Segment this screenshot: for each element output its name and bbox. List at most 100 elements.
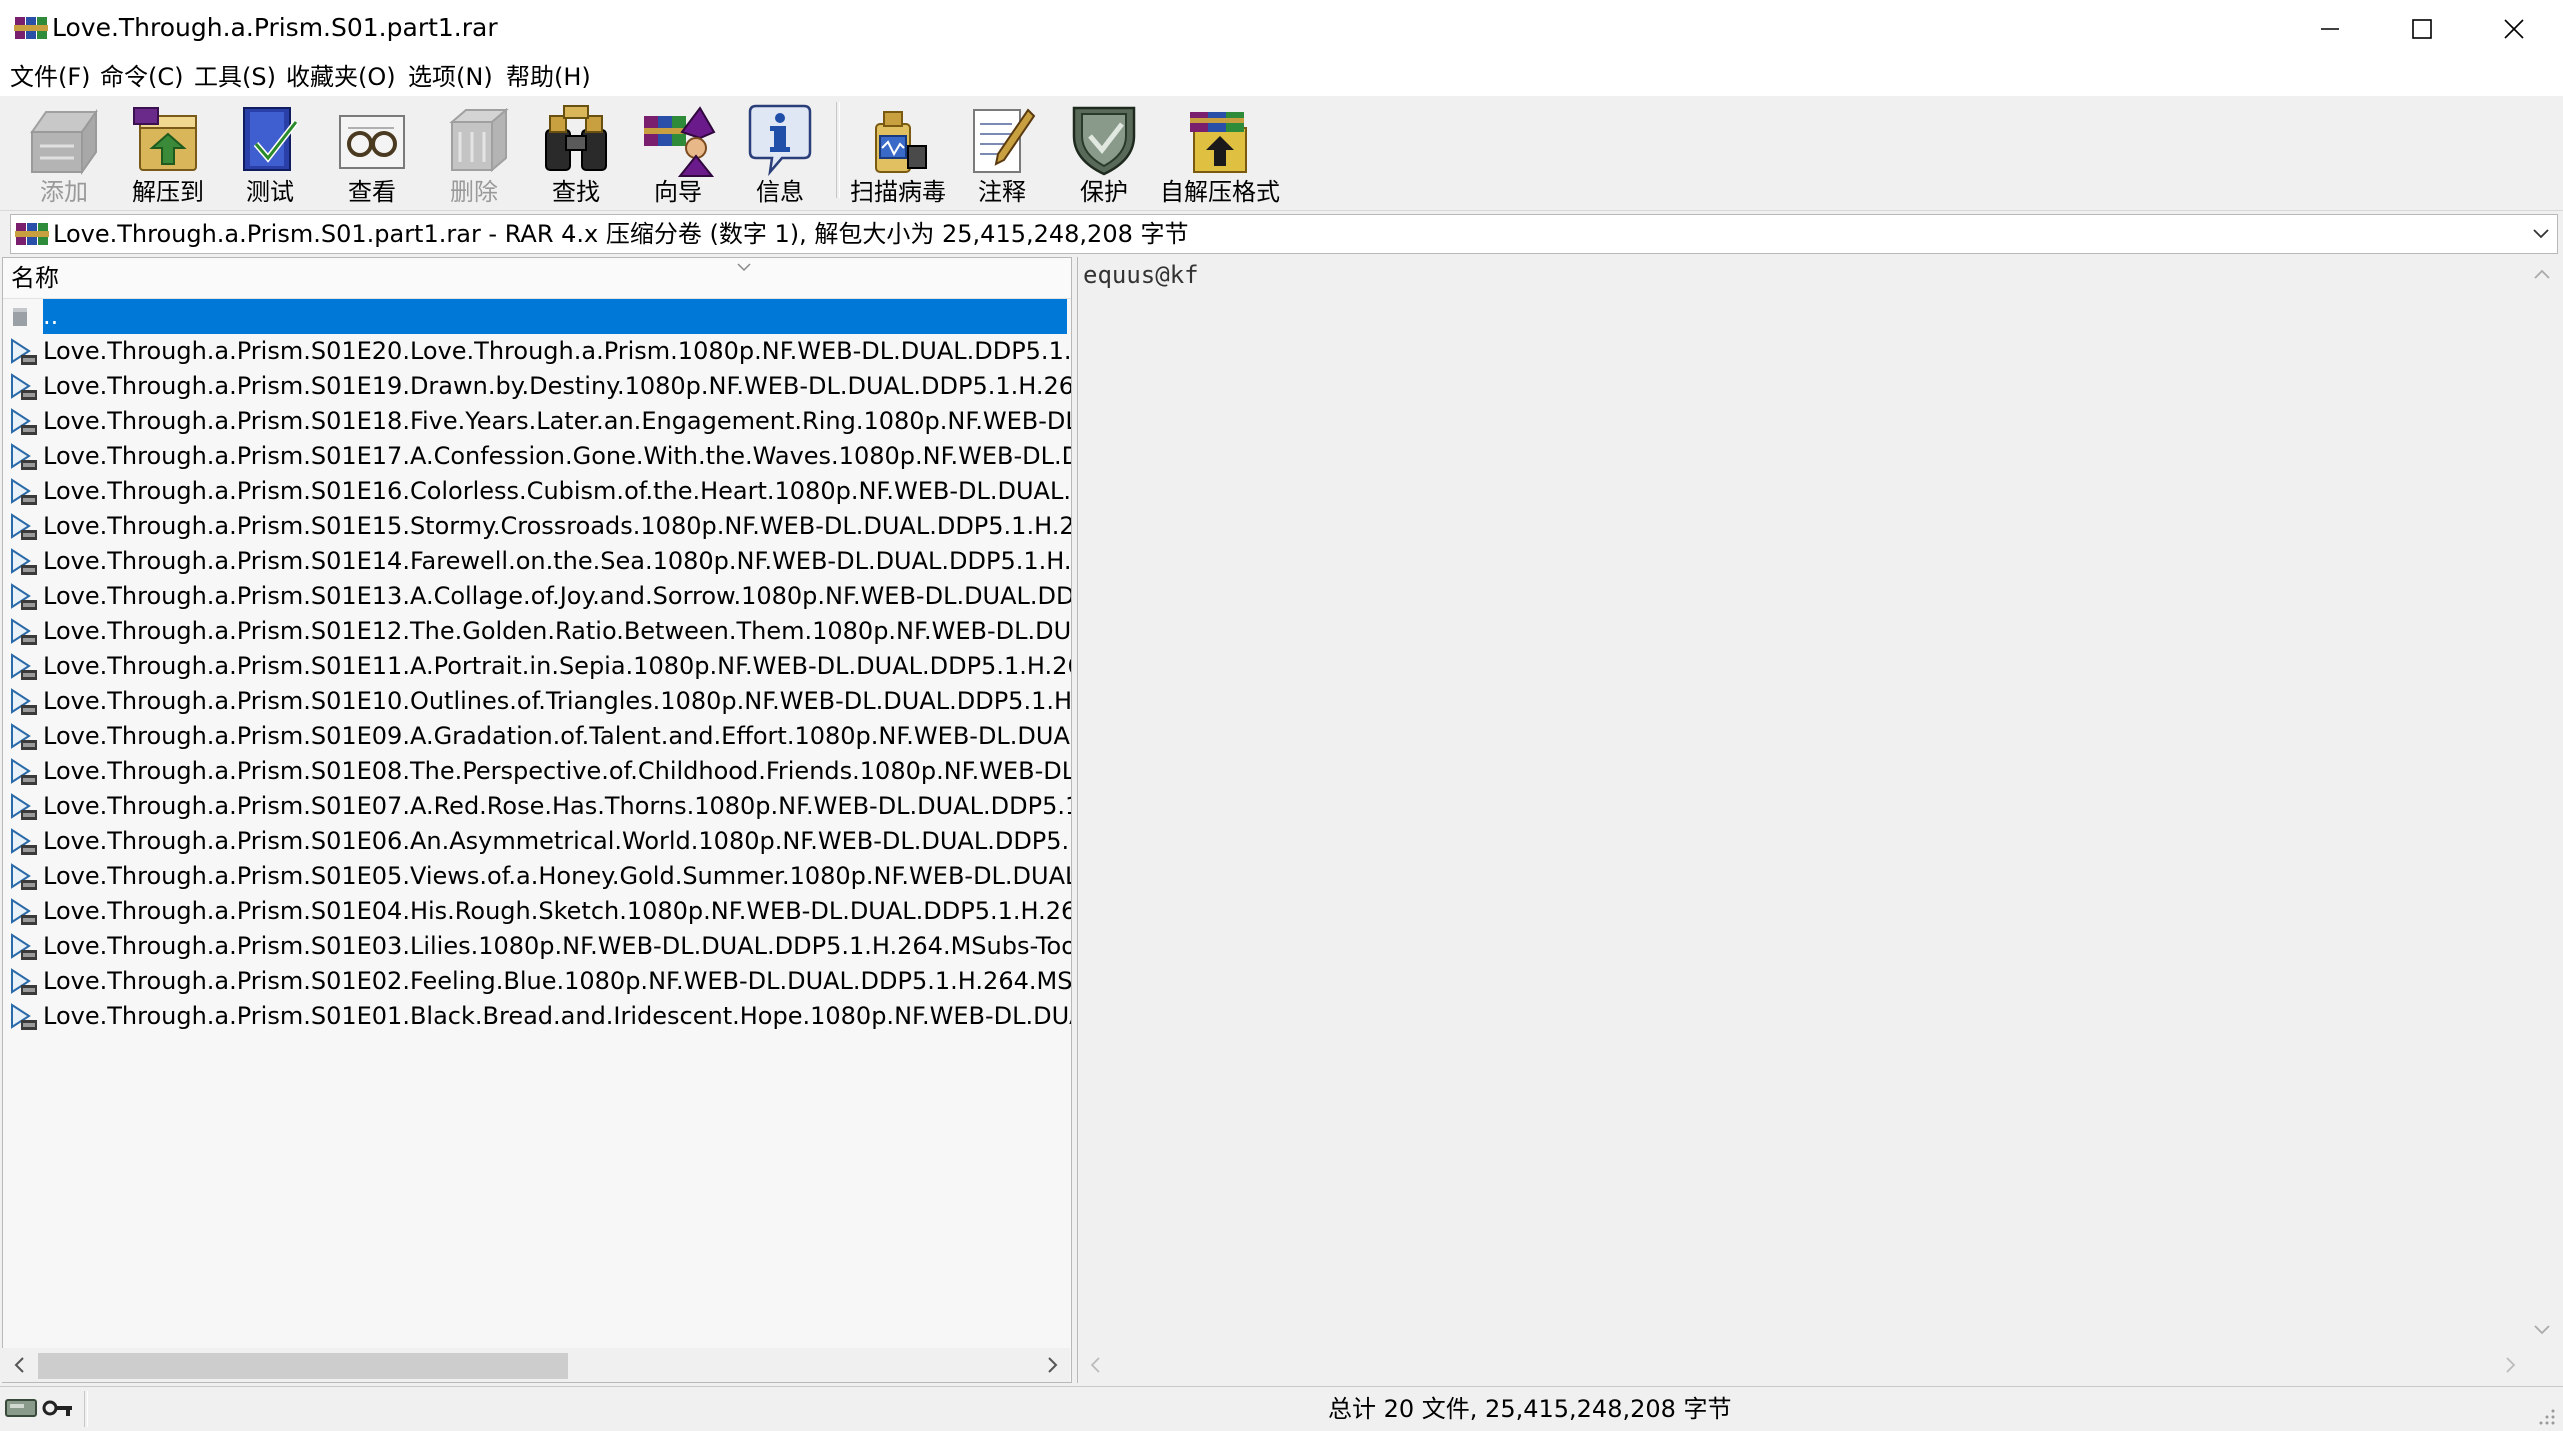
menu-tools[interactable]: 工具(S) — [194, 62, 276, 92]
toolbar-find-button[interactable]: 查找 — [524, 98, 628, 206]
list-item-label: Love.Through.a.Prism.S01E18.Five.Years.L… — [43, 407, 1071, 435]
toolbar-test-button[interactable]: 测试 — [218, 98, 322, 206]
comment-text: equus@kf — [1083, 261, 1199, 289]
list-item-file[interactable]: Love.Through.a.Prism.S01E04.His.Rough.Sk… — [3, 894, 1071, 929]
close-button[interactable] — [2468, 0, 2560, 58]
toolbar-extract-button[interactable]: 解压到 — [116, 98, 220, 206]
list-item-label: Love.Through.a.Prism.S01E12.The.Golden.R… — [43, 617, 1071, 645]
column-header-name[interactable]: 名称 — [3, 258, 1071, 299]
toolbar-sfx-button[interactable]: 自解压格式 — [1160, 98, 1280, 206]
menu-commands[interactable]: 命令(C) — [100, 62, 183, 92]
video-file-icon — [11, 793, 37, 820]
protect-icon — [1072, 106, 1136, 176]
list-item-file[interactable]: Love.Through.a.Prism.S01E14.Farewell.on.… — [3, 544, 1071, 579]
list-item-file[interactable]: Love.Through.a.Prism.S01E08.The.Perspect… — [3, 754, 1071, 789]
menu-help[interactable]: 帮助(H) — [506, 62, 591, 92]
list-item-file[interactable]: Love.Through.a.Prism.S01E15.Stormy.Cross… — [3, 509, 1071, 544]
find-icon — [545, 105, 607, 171]
menu-options[interactable]: 选项(N) — [408, 62, 493, 92]
title-bar: Love.Through.a.Prism.S01.part1.rar — [0, 0, 2563, 58]
video-file-icon — [11, 758, 37, 785]
comment-scroll-left-icon[interactable] — [1084, 1353, 1108, 1377]
list-item-file[interactable]: Love.Through.a.Prism.S01E20.Love.Through… — [3, 334, 1071, 369]
video-file-icon — [11, 548, 37, 575]
toolbar-virus-scan-button[interactable]: 扫描病毒 — [846, 98, 950, 206]
list-item-file[interactable]: Love.Through.a.Prism.S01E07.A.Red.Rose.H… — [3, 789, 1071, 824]
list-item-file[interactable]: Love.Through.a.Prism.S01E05.Views.of.a.H… — [3, 859, 1071, 894]
video-file-icon — [11, 933, 37, 960]
scroll-right-icon[interactable] — [1040, 1353, 1064, 1377]
video-file-icon — [11, 513, 37, 540]
resize-grip-icon[interactable] — [2535, 1405, 2557, 1427]
list-item-label: Love.Through.a.Prism.S01E07.A.Red.Rose.H… — [43, 792, 1071, 820]
comment-pane[interactable]: equus@kf — [1077, 257, 2563, 1383]
list-item-label: Love.Through.a.Prism.S01E06.An.Asymmetri… — [43, 827, 1071, 855]
menu-favorites[interactable]: 收藏夹(O) — [286, 62, 396, 92]
scroll-left-icon[interactable] — [8, 1353, 32, 1377]
list-item-label: Love.Through.a.Prism.S01E19.Drawn.by.Des… — [43, 372, 1071, 400]
sfx-icon — [1190, 112, 1247, 173]
scrollbar-thumb[interactable] — [38, 1353, 568, 1379]
list-item-label: Love.Through.a.Prism.S01E01.Black.Bread.… — [43, 1002, 1071, 1030]
video-file-icon — [11, 653, 37, 680]
list-item-label: Love.Through.a.Prism.S01E10.Outlines.of.… — [43, 687, 1071, 715]
address-text: Love.Through.a.Prism.S01.part1.rar - RAR… — [53, 220, 1189, 248]
list-item-file[interactable]: Love.Through.a.Prism.S01E09.A.Gradation.… — [3, 719, 1071, 754]
minimize-button[interactable] — [2284, 0, 2376, 58]
comment-icon — [973, 108, 1036, 173]
list-item-label: Love.Through.a.Prism.S01E13.A.Collage.of… — [43, 582, 1071, 610]
list-item-label: Love.Through.a.Prism.S01E16.Colorless.Cu… — [43, 477, 1071, 505]
list-item-file[interactable]: Love.Through.a.Prism.S01E13.A.Collage.of… — [3, 579, 1071, 614]
toolbar-sfx-label: 自解压格式 — [1160, 178, 1280, 206]
toolbar-delete-button[interactable]: 删除 — [422, 98, 526, 206]
list-item-label: Love.Through.a.Prism.S01E15.Stormy.Cross… — [43, 512, 1071, 540]
toolbar-add-button[interactable]: 添加 — [12, 98, 116, 206]
video-file-icon — [11, 338, 37, 365]
maximize-button[interactable] — [2376, 0, 2468, 58]
add-icon — [30, 108, 98, 176]
toolbar-info-label: 信息 — [756, 178, 804, 206]
video-file-icon — [11, 723, 37, 750]
list-item-file[interactable]: Love.Through.a.Prism.S01E19.Drawn.by.Des… — [3, 369, 1071, 404]
list-item-file[interactable]: Love.Through.a.Prism.S01E02.Feeling.Blue… — [3, 964, 1071, 999]
menu-bar: 文件(F) 命令(C) 工具(S) 收藏夹(O) 选项(N) 帮助(H) — [0, 58, 2563, 96]
column-name-label: 名称 — [11, 264, 59, 292]
comment-scroll-right-icon[interactable] — [2498, 1353, 2522, 1377]
video-file-icon — [11, 863, 37, 890]
list-item-file[interactable]: Love.Through.a.Prism.S01E18.Five.Years.L… — [3, 404, 1071, 439]
toolbar-wizard-button[interactable]: 向导 — [626, 98, 730, 206]
chevron-down-icon[interactable] — [2529, 221, 2553, 245]
virus-scan-icon — [875, 111, 927, 173]
toolbar-comment-button[interactable]: 注释 — [950, 98, 1054, 206]
horizontal-scrollbar[interactable] — [2, 1348, 1070, 1382]
list-item-file[interactable]: Love.Through.a.Prism.S01E06.An.Asymmetri… — [3, 824, 1071, 859]
list-item-parent-folder[interactable]: .. — [3, 299, 1071, 334]
winrar-app-icon[interactable] — [14, 15, 48, 41]
toolbar-view-button[interactable]: 查看 — [320, 98, 424, 206]
file-list: .. Love.Through.a.Prism.S01E20.Love.Throu… — [3, 299, 1071, 1034]
address-bar[interactable]: Love.Through.a.Prism.S01.part1.rar - RAR… — [10, 214, 2558, 254]
drive-key-icon[interactable] — [4, 1394, 76, 1422]
list-item-file[interactable]: Love.Through.a.Prism.S01E11.A.Portrait.i… — [3, 649, 1071, 684]
list-item-label: Love.Through.a.Prism.S01E05.Views.of.a.H… — [43, 862, 1071, 890]
list-item-file[interactable]: Love.Through.a.Prism.S01E16.Colorless.Cu… — [3, 474, 1071, 509]
list-item-file[interactable]: Love.Through.a.Prism.S01E12.The.Golden.R… — [3, 614, 1071, 649]
view-icon — [339, 115, 405, 169]
toolbar-info-button[interactable]: 信息 — [728, 98, 832, 206]
scroll-up-icon[interactable] — [2530, 263, 2554, 287]
list-item-label: Love.Through.a.Prism.S01E03.Lilies.1080p… — [43, 932, 1071, 960]
menu-file[interactable]: 文件(F) — [10, 62, 91, 92]
delete-icon — [449, 107, 509, 173]
archive-icon — [15, 223, 49, 245]
list-item-label: Love.Through.a.Prism.S01E20.Love.Through… — [43, 337, 1071, 365]
list-item-label: Love.Through.a.Prism.S01E02.Feeling.Blue… — [43, 967, 1071, 995]
toolbar-protect-button[interactable]: 保护 — [1052, 98, 1156, 206]
file-list-pane: 名称 .. Love.Through.a.Prism.S01E20.Love.Th… — [2, 257, 1072, 1383]
video-file-icon — [11, 478, 37, 505]
list-item-file[interactable]: Love.Through.a.Prism.S01E03.Lilies.1080p… — [3, 929, 1071, 964]
scroll-down-icon[interactable] — [2530, 1317, 2554, 1341]
list-item-file[interactable]: Love.Through.a.Prism.S01E10.Outlines.of.… — [3, 684, 1071, 719]
list-item-file[interactable]: Love.Through.a.Prism.S01E17.A.Confession… — [3, 439, 1071, 474]
extract-icon — [133, 107, 197, 171]
list-item-file[interactable]: Love.Through.a.Prism.S01E01.Black.Bread.… — [3, 999, 1071, 1034]
